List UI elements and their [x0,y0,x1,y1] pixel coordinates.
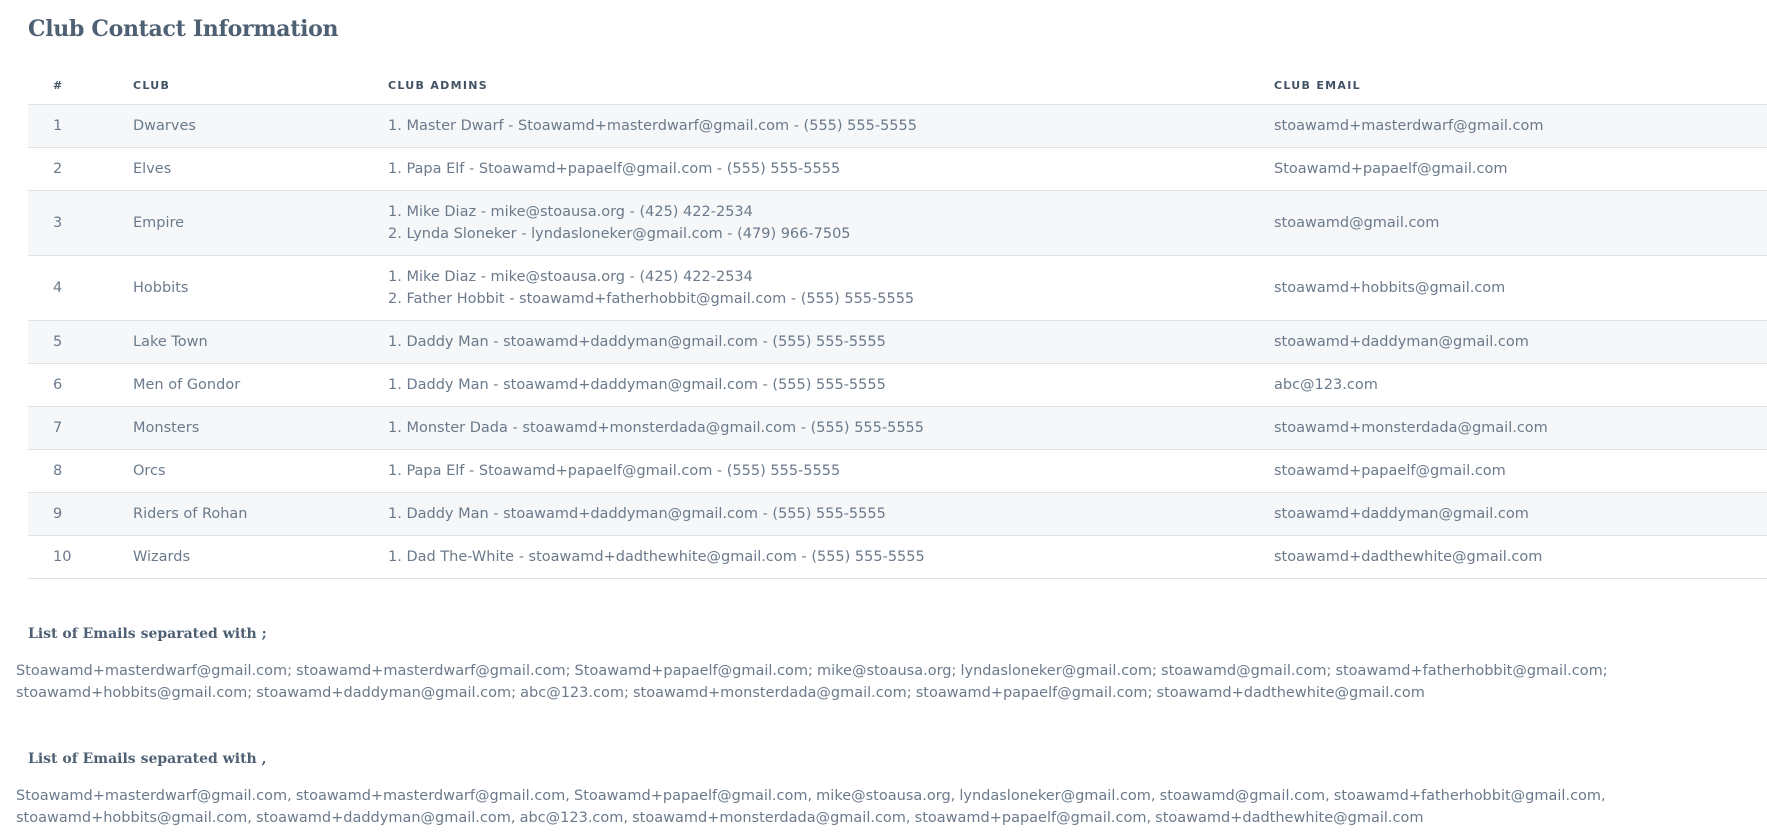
admin-entry: 2. Lynda Sloneker - lyndasloneker@gmail.… [388,226,851,242]
club-name: Lake Town [133,320,388,364]
club-email: stoawamd@gmail.com [1274,190,1767,256]
club-admins: 1. Monster Dada - stoawamd+monsterdada@g… [388,406,1274,450]
page-title: Club Contact Information [28,16,339,42]
table-row: 5 Lake Town 1. Daddy Man - stoawamd+dadd… [28,320,1767,364]
admin-entry: 1. Papa Elf - Stoawamd+papaelf@gmail.com… [388,161,841,177]
table-row: 4 Hobbits 1. Mike Diaz - mike@stoausa.or… [28,255,1767,321]
club-email: stoawamd+masterdwarf@gmail.com [1274,104,1767,148]
admin-entry: 1. Monster Dada - stoawamd+monsterdada@g… [388,420,924,436]
admin-entry: 2. Father Hobbit - stoawamd+fatherhobbit… [388,291,915,307]
club-email: stoawamd+monsterdada@gmail.com [1274,406,1767,450]
table-row: 7 Monsters 1. Monster Dada - stoawamd+mo… [28,406,1767,450]
admin-entry: 1. Dad The-White - stoawamd+dadthewhite@… [388,549,925,565]
club-name: Hobbits [133,255,388,321]
comma-email-list[interactable]: Stoawamd+masterdwarf@gmail.com, stoawamd… [16,785,1767,829]
club-admins: 1. Daddy Man - stoawamd+daddyman@gmail.c… [388,320,1274,364]
row-number: 9 [28,492,133,536]
row-number: 6 [28,363,133,407]
column-header-number[interactable]: # [28,66,133,105]
admin-entry: 1. Master Dwarf - Stoawamd+masterdwarf@g… [388,118,917,134]
club-admins: 1. Master Dwarf - Stoawamd+masterdwarf@g… [388,104,1274,148]
row-number: 10 [28,535,133,579]
admin-entry: 1. Mike Diaz - mike@stoausa.org - (425) … [388,204,753,220]
row-number: 1 [28,104,133,148]
row-number: 2 [28,147,133,191]
club-admins: 1. Papa Elf - Stoawamd+papaelf@gmail.com… [388,147,1274,191]
row-number: 7 [28,406,133,450]
club-email: abc@123.com [1274,363,1767,407]
semicolon-list-heading: List of Emails separated with ; [28,626,267,642]
table-row: 10 Wizards 1. Dad The-White - stoawamd+d… [28,535,1767,579]
club-email: stoawamd+dadthewhite@gmail.com [1274,535,1767,579]
club-name: Dwarves [133,104,388,148]
club-email: Stoawamd+papaelf@gmail.com [1274,147,1767,191]
table-row: 3 Empire 1. Mike Diaz - mike@stoausa.org… [28,190,1767,256]
club-name: Orcs [133,449,388,493]
table-row: 6 Men of Gondor 1. Daddy Man - stoawamd+… [28,363,1767,407]
club-admins: 1. Mike Diaz - mike@stoausa.org - (425) … [388,255,1274,321]
row-number: 8 [28,449,133,493]
club-email: stoawamd+hobbits@gmail.com [1274,255,1767,321]
club-name: Elves [133,147,388,191]
table-row: 9 Riders of Rohan 1. Daddy Man - stoawam… [28,492,1767,536]
admin-entry: 1. Papa Elf - Stoawamd+papaelf@gmail.com… [388,463,841,479]
club-admins: 1. Dad The-White - stoawamd+dadthewhite@… [388,535,1274,579]
column-header-club-email[interactable]: CLUB EMAIL [1274,66,1767,105]
admin-entry: 1. Daddy Man - stoawamd+daddyman@gmail.c… [388,377,886,393]
admin-entry: 1. Daddy Man - stoawamd+daddyman@gmail.c… [388,506,886,522]
club-name: Wizards [133,535,388,579]
club-name: Men of Gondor [133,363,388,407]
comma-list-heading: List of Emails separated with , [28,751,267,767]
column-header-club-admins[interactable]: CLUB ADMINS [388,66,1274,105]
club-admins: 1. Mike Diaz - mike@stoausa.org - (425) … [388,190,1274,256]
semicolon-email-list[interactable]: Stoawamd+masterdwarf@gmail.com; stoawamd… [16,660,1767,704]
table-row: 1 Dwarves 1. Master Dwarf - Stoawamd+mas… [28,104,1767,148]
club-admins: 1. Daddy Man - stoawamd+daddyman@gmail.c… [388,492,1274,536]
club-email: stoawamd+daddyman@gmail.com [1274,320,1767,364]
club-admins: 1. Papa Elf - Stoawamd+papaelf@gmail.com… [388,449,1274,493]
club-admins: 1. Daddy Man - stoawamd+daddyman@gmail.c… [388,363,1274,407]
table-row: 2 Elves 1. Papa Elf - Stoawamd+papaelf@g… [28,147,1767,191]
club-name: Riders of Rohan [133,492,388,536]
club-contact-table: # CLUB CLUB ADMINS CLUB EMAIL 1 Dwarves … [28,66,1767,579]
admin-entry: 1. Mike Diaz - mike@stoausa.org - (425) … [388,269,753,285]
club-name: Monsters [133,406,388,450]
row-number: 4 [28,255,133,321]
club-email: stoawamd+daddyman@gmail.com [1274,492,1767,536]
row-number: 5 [28,320,133,364]
admin-entry: 1. Daddy Man - stoawamd+daddyman@gmail.c… [388,334,886,350]
club-email: stoawamd+papaelf@gmail.com [1274,449,1767,493]
row-number: 3 [28,190,133,256]
column-header-club[interactable]: CLUB [133,66,388,105]
table-header-row: # CLUB CLUB ADMINS CLUB EMAIL [28,66,1767,105]
club-name: Empire [133,190,388,256]
table-row: 8 Orcs 1. Papa Elf - Stoawamd+papaelf@gm… [28,449,1767,493]
